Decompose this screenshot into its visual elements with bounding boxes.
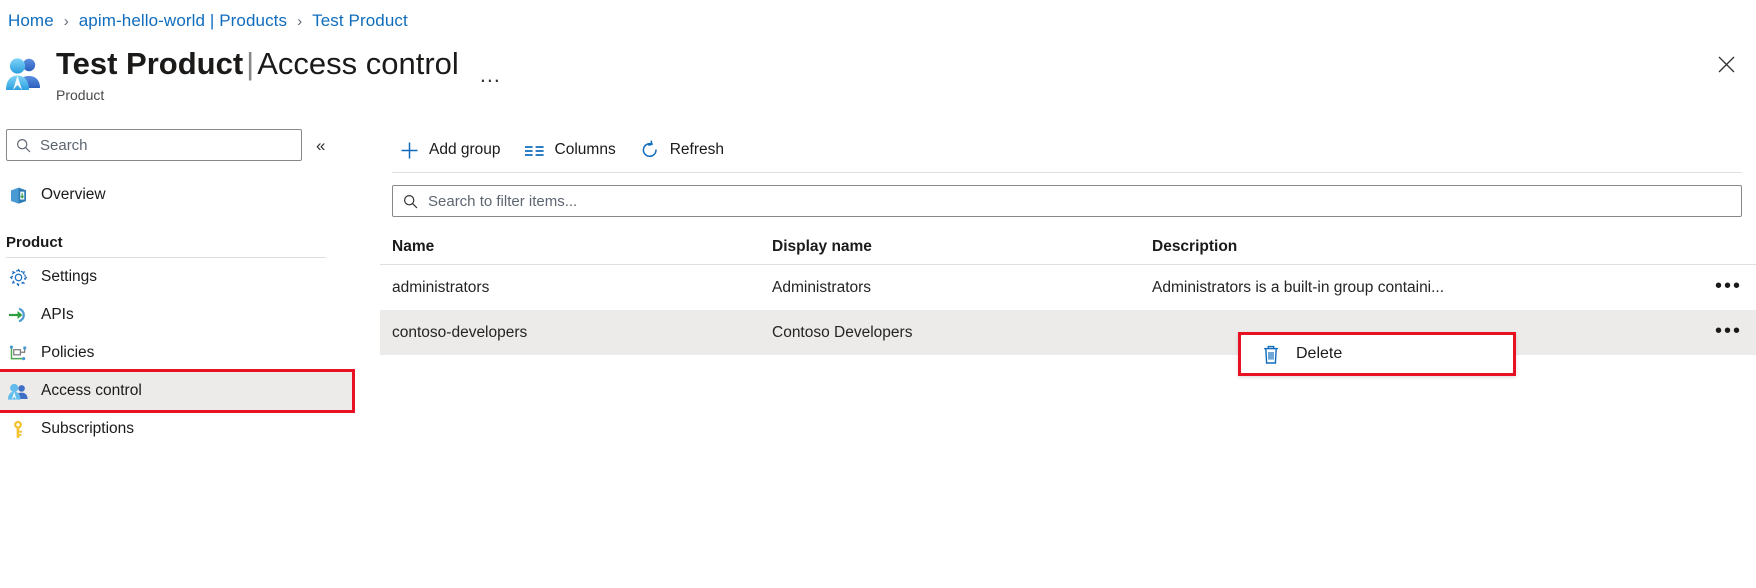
page-title-resource: Test Product <box>56 46 243 81</box>
search-icon <box>403 194 418 209</box>
filter-input[interactable] <box>426 192 1741 211</box>
sidebar-item-access-control[interactable]: Access control <box>0 372 352 410</box>
delete-menu-item[interactable]: Delete <box>1238 332 1516 376</box>
row-context-menu-button[interactable]: ••• <box>1696 323 1742 343</box>
add-group-label: Add group <box>429 141 501 159</box>
sidebar-item-apis[interactable]: APIs <box>0 296 358 334</box>
columns-button[interactable]: Columns <box>518 134 627 166</box>
search-icon <box>16 138 31 153</box>
policies-icon <box>8 343 28 363</box>
sidebar-item-settings[interactable]: Settings <box>0 258 358 296</box>
sidebar-item-label: Overview <box>41 186 106 204</box>
blade-header: Test Product|Access control Product … <box>6 44 503 104</box>
search-input[interactable] <box>38 136 263 155</box>
row-context-menu-button[interactable]: ••• <box>1696 278 1742 298</box>
close-icon <box>1718 56 1735 73</box>
column-header-description[interactable]: Description <box>1152 238 1696 256</box>
breadcrumb-separator-icon: › <box>64 13 69 30</box>
gear-icon <box>8 267 28 287</box>
page-title: Test Product|Access control <box>56 44 459 84</box>
columns-label: Columns <box>555 141 616 159</box>
breadcrumb-item-home[interactable]: Home <box>8 11 54 31</box>
delete-label: Delete <box>1296 345 1342 363</box>
breadcrumb-item-test-product[interactable]: Test Product <box>312 11 408 31</box>
apis-arrow-icon <box>8 305 28 325</box>
key-icon <box>8 419 28 439</box>
sidebar-item-label: Policies <box>41 344 94 362</box>
add-group-button[interactable]: Add group <box>392 134 512 166</box>
cell-name: administrators <box>392 279 772 297</box>
breadcrumb: Home › apim-hello-world | Products › Tes… <box>8 8 408 34</box>
breadcrumb-item-products[interactable]: apim-hello-world | Products <box>79 11 287 31</box>
cell-display-name: Administrators <box>772 279 1152 297</box>
more-options-button[interactable]: … <box>479 64 503 86</box>
sidebar-item-subscriptions[interactable]: Subscriptions <box>0 410 358 448</box>
column-header-name[interactable]: Name <box>392 238 772 256</box>
sidebar-search-row: « <box>0 128 358 162</box>
filter-input-wrapper[interactable] <box>392 185 1742 217</box>
table-row[interactable]: administrators Administrators Administra… <box>380 265 1756 310</box>
cell-description: Administrators is a built-in group conta… <box>1152 279 1696 297</box>
sidebar-item-policies[interactable]: Policies <box>0 334 358 372</box>
cell-name: contoso-developers <box>392 324 772 342</box>
collapse-sidebar-button[interactable]: « <box>316 137 325 154</box>
sidebar-item-label: Access control <box>41 382 142 400</box>
search-input-wrapper[interactable] <box>6 129 302 161</box>
sidebar-item-label: Settings <box>41 268 97 286</box>
refresh-label: Refresh <box>670 141 724 159</box>
trash-icon <box>1261 344 1281 365</box>
groups-table: Name Display name Description administra… <box>380 229 1756 355</box>
overview-icon <box>8 185 28 205</box>
azure-portal-blade: Home › apim-hello-world | Products › Tes… <box>0 0 1756 588</box>
column-header-display-name[interactable]: Display name <box>772 238 1152 256</box>
sidebar-group-title: Product <box>0 234 358 251</box>
refresh-button[interactable]: Refresh <box>633 134 735 166</box>
sidebar-item-label: Subscriptions <box>41 420 134 438</box>
refresh-icon <box>639 140 661 160</box>
sidebar-item-label: APIs <box>41 306 74 324</box>
plus-icon <box>398 140 420 160</box>
command-bar: Add group Columns Refr <box>380 128 1756 172</box>
page-title-blade: Access control <box>257 46 459 81</box>
page-title-divider: | <box>243 46 257 81</box>
filter-row <box>380 173 1756 217</box>
close-button[interactable] <box>1710 48 1742 80</box>
breadcrumb-separator-icon: › <box>297 13 302 30</box>
page-subtitle: Product <box>56 86 459 104</box>
access-control-icon <box>8 381 28 401</box>
table-header-row: Name Display name Description <box>380 229 1756 265</box>
columns-icon <box>524 140 546 160</box>
table-row[interactable]: contoso-developers Contoso Developers ••… <box>380 310 1756 355</box>
cell-display-name: Contoso Developers <box>772 324 1152 342</box>
sidebar-item-overview[interactable]: Overview <box>0 176 358 214</box>
access-control-people-icon <box>6 54 44 94</box>
main-content: Add group Columns Refr <box>380 128 1756 588</box>
sidebar: « Overview Product <box>0 128 358 588</box>
